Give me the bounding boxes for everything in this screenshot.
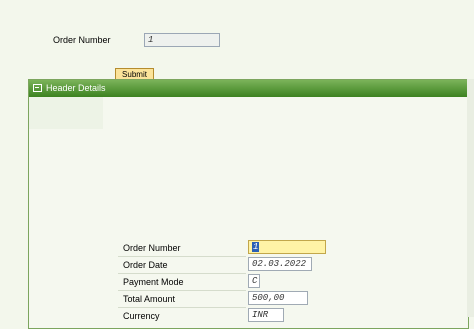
field-divider [118, 290, 246, 291]
field-label-total-amount: Total Amount [123, 294, 176, 304]
field-label-order-number: Order Number [123, 243, 181, 253]
order-number-label: Order Number [53, 35, 111, 45]
field-label-order-date: Order Date [123, 260, 168, 270]
order-number-input[interactable]: 1 [144, 33, 220, 47]
field-input-payment-mode[interactable]: C [248, 274, 260, 288]
field-label-payment-mode: Payment Mode [123, 277, 184, 287]
panel-header[interactable]: Header Details [29, 80, 468, 97]
field-input-currency[interactable]: INR [248, 308, 284, 322]
field-value-order-number: 1 [252, 242, 260, 252]
panel-title: Header Details [46, 83, 106, 93]
left-shaded-area [29, 97, 103, 129]
field-input-order-date[interactable]: 02.03.2022 [248, 257, 312, 271]
field-input-order-number[interactable]: 1 [248, 240, 326, 254]
field-divider [118, 307, 246, 308]
field-input-total-amount[interactable]: 500,00 [248, 291, 308, 305]
right-scroll-strip [467, 79, 474, 317]
collapse-icon[interactable] [33, 84, 42, 92]
field-divider [118, 256, 246, 257]
field-label-currency: Currency [123, 311, 160, 321]
field-divider [118, 273, 246, 274]
